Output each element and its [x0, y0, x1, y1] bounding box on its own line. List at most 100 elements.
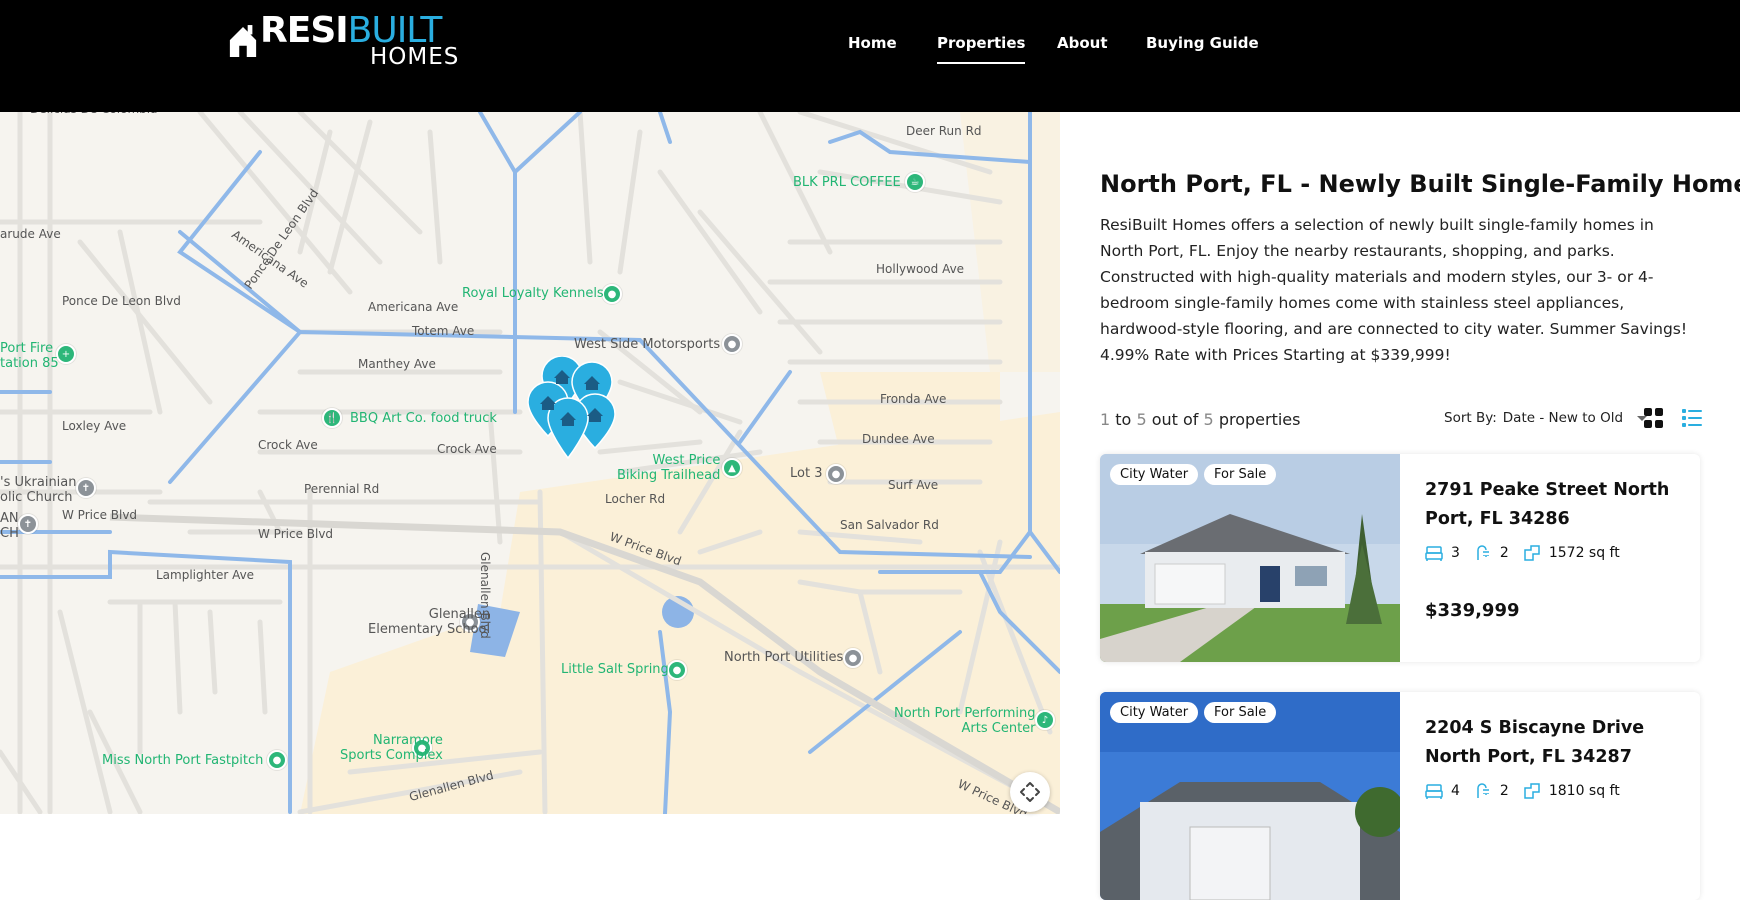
baths-count: 2 [1499, 783, 1509, 799]
house-photo [1100, 454, 1400, 662]
shower-icon [1477, 783, 1489, 798]
church-poi-icon[interactable]: ✝ [76, 478, 96, 498]
sqft-feature: 1810 sq ft [1523, 782, 1620, 800]
count-total: 5 [1203, 410, 1214, 429]
badge-for-sale: For Sale [1204, 702, 1277, 723]
street-label: Totem Ave [412, 324, 475, 338]
poi-label-lot3: Lot 3 [790, 466, 823, 481]
lot3-poi-icon[interactable]: ● [826, 464, 846, 484]
grid-view-icon[interactable] [1644, 408, 1664, 428]
page-title: North Port, FL - Newly Built Single-Fami… [1100, 170, 1740, 198]
street-label: Crock Ave [437, 442, 497, 456]
kennel-poi-icon[interactable]: ● [602, 284, 622, 304]
sort-dropdown[interactable]: Sort By: Date - New to Old [1444, 410, 1648, 426]
poi-label-line: CH [0, 525, 19, 541]
street-label: San Salvador Rd [840, 518, 939, 532]
property-photo[interactable]: City Water For Sale [1100, 692, 1400, 900]
count-suffix: properties [1218, 410, 1301, 429]
fire-station-poi-icon[interactable]: + [56, 344, 76, 364]
count-out-of: out of [1151, 410, 1199, 429]
baths-feature: 2 [1474, 782, 1509, 800]
street-label: Fronda Ave [880, 392, 947, 406]
poi-label-west-side-motorsports: West Side Motorsports [574, 337, 721, 352]
poi-label-line: AN [0, 511, 19, 526]
poi-label-line: North Port Performing [894, 706, 1036, 721]
badge-city-water: City Water [1110, 702, 1199, 723]
nav-about[interactable]: About [1057, 34, 1108, 52]
logo-resi-text: RESI [260, 10, 349, 51]
sqft-value: 1810 sq ft [1548, 783, 1620, 799]
property-markers[interactable] [520, 356, 640, 486]
listing-description: ResiBuilt Homes offers a selection of ne… [1100, 216, 1688, 364]
street-label: Perennial Rd [304, 482, 380, 496]
badge-city-water: City Water [1110, 464, 1199, 485]
poi-label-line: Arts Center [961, 720, 1036, 736]
street-label: Crock Ave [258, 438, 318, 452]
food-truck-poi-icon[interactable]: 🍴 [322, 408, 342, 428]
poi-label-line: Sports Complex [340, 747, 443, 763]
poi-label-blk-prl-coffee: BLK PRL COFFEE [793, 175, 901, 190]
street-label: Loxley Ave [62, 419, 127, 433]
badge-for-sale: For Sale [1204, 464, 1277, 485]
beds-count: 3 [1451, 545, 1460, 561]
motorsports-poi-icon[interactable]: ● [722, 334, 742, 354]
count-to-word: to [1115, 410, 1132, 429]
property-map[interactable]: Delicias De Colombia arude Ave Ponce De … [0, 112, 1060, 814]
street-label: W Price Blvd [258, 527, 334, 541]
listing-panel: North Port, FL - Newly Built Single-Fami… [1060, 112, 1740, 900]
poi-label-line: West Price [652, 453, 721, 468]
street-label: Surf Ave [888, 478, 939, 492]
poi-label-glenallen-school: Glenallen Elementary School [368, 607, 490, 638]
beds-count: 4 [1451, 783, 1460, 799]
poi-label-line: 's Ukrainian [0, 475, 77, 490]
beds-feature: 3 [1425, 544, 1460, 562]
sqft-value: 1572 sq ft [1548, 545, 1620, 561]
property-photo[interactable]: City Water For Sale [1100, 454, 1400, 662]
property-features: 4 2 1810 sq ft [1425, 782, 1634, 800]
property-card[interactable]: City Water For Sale 2791 Peake Street No… [1100, 454, 1700, 662]
street-label: Dundee Ave [862, 432, 935, 446]
trailhead-poi-icon[interactable]: ▲ [722, 458, 742, 478]
list-view-icon[interactable] [1682, 408, 1702, 428]
nav-properties[interactable]: Properties [937, 34, 1026, 64]
poi-label-line: olic Church [0, 489, 73, 505]
street-label: Lamplighter Ave [156, 568, 255, 582]
street-label: Deer Run Rd [906, 124, 982, 138]
count-from: 1 [1100, 410, 1111, 429]
poi-label-line: tation 85 [0, 355, 59, 371]
resibuilt-logo[interactable]: RESIBUILT HOMES [228, 13, 459, 69]
property-address[interactable]: 2791 Peake Street North Port, FL 34286 [1425, 476, 1685, 534]
utilities-poi-icon[interactable]: ● [843, 648, 863, 668]
results-count: 1 to 5 out of 5 properties [1100, 410, 1300, 429]
poi-label-fastpitch: Miss North Port Fastpitch [102, 753, 264, 768]
street-label: Ponce De Leon Blvd [62, 294, 181, 308]
fastpitch-poi-icon[interactable]: ● [267, 750, 287, 770]
church2-poi-icon[interactable]: ✝ [18, 514, 38, 534]
house-logo-icon [229, 25, 257, 57]
arts-center-poi-icon[interactable]: ♪ [1035, 710, 1055, 730]
sort-label: Sort By: [1444, 410, 1497, 426]
spring-poi-icon[interactable]: ● [667, 660, 687, 680]
coffee-poi-icon[interactable]: ☕ [905, 172, 925, 192]
nav-home[interactable]: Home [848, 34, 897, 52]
poi-label-line: Port Fire [0, 341, 54, 356]
bed-icon [1425, 546, 1443, 561]
expand-arrows-icon [1020, 782, 1040, 802]
poi-label-royal-loyalty-kennels: Royal Loyalty Kennels [462, 286, 604, 301]
area-icon [1524, 783, 1540, 799]
street-label: Hollywood Ave [876, 262, 965, 276]
street-label: Manthey Ave [358, 357, 436, 371]
sort-value: Date - New to Old [1502, 410, 1624, 426]
property-card[interactable]: City Water For Sale 2204 S Biscayne Driv… [1100, 692, 1700, 900]
beds-feature: 4 [1425, 782, 1460, 800]
map-fullscreen-button[interactable] [1010, 772, 1050, 812]
nav-buying-guide[interactable]: Buying Guide [1146, 34, 1259, 52]
shower-icon [1477, 545, 1489, 560]
poi-label-line: Narramore [373, 733, 443, 748]
street-label: Americana Ave [368, 300, 459, 314]
property-features: 3 2 1572 sq ft [1425, 544, 1634, 562]
property-address[interactable]: 2204 S Biscayne Drive North Port, FL 342… [1425, 714, 1685, 772]
street-label: Locher Rd [605, 492, 666, 506]
site-header: RESIBUILT HOMES Home Properties About Bu… [0, 0, 1740, 112]
poi-label-bbq-art: BBQ Art Co. food truck [350, 411, 497, 426]
